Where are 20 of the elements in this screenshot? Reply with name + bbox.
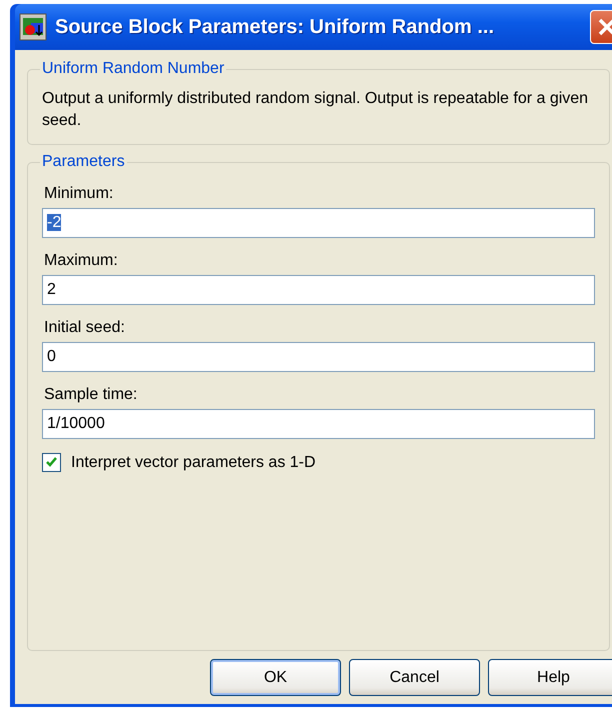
dialog-button[interactable]: OK (210, 659, 341, 696)
input-field[interactable]: 1/10000 (42, 409, 595, 439)
checkbox-label: Interpret vector parameters as 1-D (71, 454, 316, 472)
block-diagram-icon (19, 13, 47, 41)
close-icon (596, 16, 612, 38)
field-label: Minimum: (44, 185, 114, 203)
block-description: Output a uniformly distributed random signal. Output is repeatable for a given seed. (42, 89, 590, 131)
dialog-button[interactable]: Help (488, 659, 612, 696)
window-title: Source Block Parameters: Uniform Random ... (55, 16, 496, 38)
dialog-button[interactable]: Cancel (349, 659, 480, 696)
input-field[interactable]: 0 (42, 342, 595, 372)
group-title: Parameters (41, 153, 126, 171)
input-field[interactable]: -2 (42, 208, 595, 238)
field-label: Initial seed: (44, 319, 126, 337)
group-title: Uniform Random Number (41, 60, 226, 78)
input-field[interactable]: 2 (42, 275, 595, 305)
check-icon (45, 456, 58, 469)
checkbox[interactable] (42, 453, 61, 472)
field-label: Maximum: (44, 252, 119, 270)
field-label: Sample time: (44, 386, 138, 404)
